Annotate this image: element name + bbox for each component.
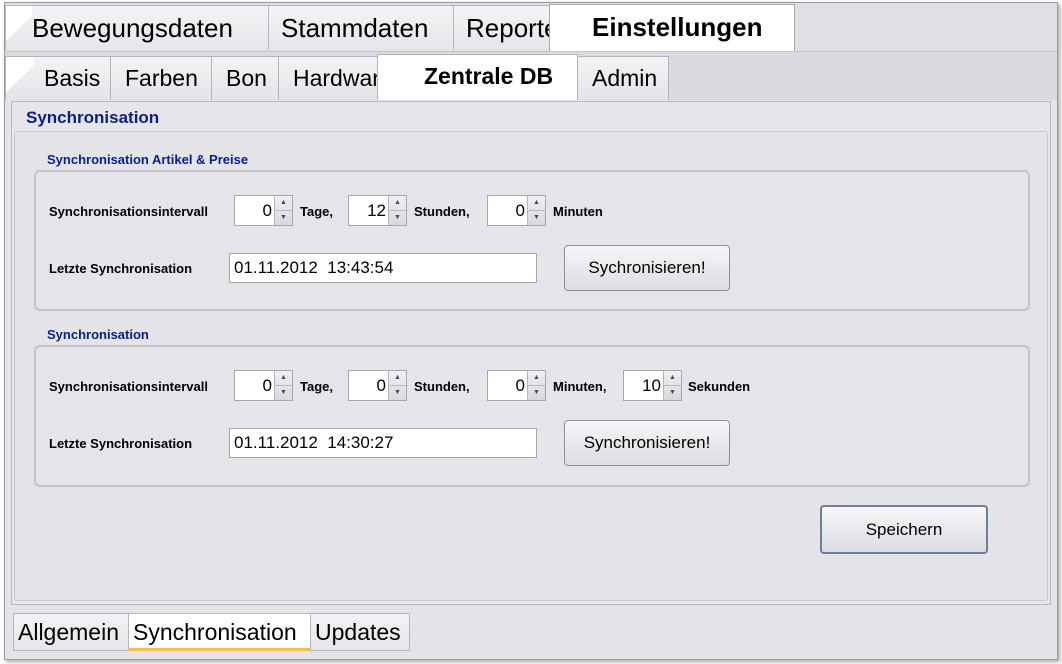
save-button[interactable]: Speichern [820, 505, 988, 554]
tab-farben[interactable]: Farben [110, 56, 212, 100]
last-sync-field[interactable]: 01.11.2012 14:30:27 [229, 428, 537, 458]
sync-articles-button[interactable]: Sychronisieren! [564, 245, 730, 291]
tab-synchronisation[interactable]: Synchronisation [128, 613, 311, 651]
spin-down-icon[interactable]: ▼ [528, 211, 545, 225]
spin-up-icon[interactable]: ▲ [389, 196, 406, 211]
group-synchronisation: Synchronisationsintervall 0 ▲ ▼ Tage, 0 ▲… [34, 345, 1030, 487]
spin-up-icon[interactable]: ▲ [275, 371, 292, 386]
tab-stammdaten[interactable]: Stammdaten [268, 5, 454, 50]
hours-spinner[interactable]: 0 ▲ ▼ [348, 370, 407, 401]
main-tab-bar: Bewegungsdaten Stammdaten Reporte Einste… [5, 3, 1057, 51]
last-sync-label: Letzte Synchronisation [49, 261, 193, 276]
hours-unit: Stunden, [414, 379, 470, 394]
spin-up-icon[interactable]: ▲ [528, 371, 545, 386]
group1-title: Synchronisation Artikel & Preise [47, 152, 249, 167]
days-spinner[interactable]: 0 ▲ ▼ [234, 195, 293, 226]
last-sync-label: Letzte Synchronisation [49, 436, 193, 451]
seconds-spinner[interactable]: 10 ▲ ▼ [623, 370, 682, 401]
synchronisation-panel: Synchronisation Synchronisation Artikel … [11, 101, 1051, 605]
spin-down-icon[interactable]: ▼ [389, 211, 406, 225]
spin-up-icon[interactable]: ▲ [528, 196, 545, 211]
spin-up-icon[interactable]: ▲ [275, 196, 292, 211]
group2-title: Synchronisation [47, 327, 149, 342]
hours-spinner[interactable]: 12 ▲ ▼ [348, 195, 407, 226]
tab-zentrale-db[interactable]: Zentrale DB [377, 54, 578, 100]
spin-up-icon[interactable]: ▲ [389, 371, 406, 386]
tab-bewegungsdaten[interactable]: Bewegungsdaten [5, 5, 269, 50]
tab-updates[interactable]: Updates [310, 613, 410, 651]
minutes-spinner[interactable]: 0 ▲ ▼ [487, 370, 546, 401]
spin-down-icon[interactable]: ▼ [275, 211, 292, 225]
seconds-unit: Sekunden [688, 379, 751, 394]
tab-allgemein[interactable]: Allgemein [13, 613, 129, 651]
last-sync-field[interactable]: 01.11.2012 13:43:54 [229, 253, 537, 283]
interval-label: Synchronisationsintervall [49, 379, 208, 394]
minutes-unit: Minuten, [553, 379, 607, 394]
app-window: Bewegungsdaten Stammdaten Reporte Einste… [4, 2, 1058, 660]
sync-button[interactable]: Synchronisieren! [564, 420, 730, 466]
spin-down-icon[interactable]: ▼ [275, 386, 292, 400]
interval-label: Synchronisationsintervall [49, 204, 208, 219]
minutes-spinner[interactable]: 0 ▲ ▼ [487, 195, 546, 226]
hours-unit: Stunden, [414, 204, 470, 219]
tab-admin[interactable]: Admin [577, 56, 669, 100]
tab-bon[interactable]: Bon [211, 56, 279, 100]
tab-basis[interactable]: Basis [5, 56, 111, 100]
minutes-unit: Minuten [553, 204, 603, 219]
spin-up-icon[interactable]: ▲ [664, 371, 681, 386]
spin-down-icon[interactable]: ▼ [528, 386, 545, 400]
tab-einstellungen[interactable]: Einstellungen [549, 4, 795, 51]
days-unit: Tage, [300, 379, 333, 394]
settings-tab-bar: Basis Farben Bon Hardware Zentrale DB Ad… [5, 51, 1057, 100]
group-artikel-preise: Synchronisationsintervall 0 ▲ ▼ Tage, 12 … [34, 170, 1030, 311]
spin-down-icon[interactable]: ▼ [664, 386, 681, 400]
spin-down-icon[interactable]: ▼ [389, 386, 406, 400]
panel-title: Synchronisation [26, 108, 160, 127]
bottom-tab-bar: Allgemein Synchronisation Updates [5, 607, 1057, 659]
panel-body: Synchronisation Artikel & Preise Synchro… [14, 131, 1048, 601]
days-spinner[interactable]: 0 ▲ ▼ [234, 370, 293, 401]
days-unit: Tage, [300, 204, 333, 219]
